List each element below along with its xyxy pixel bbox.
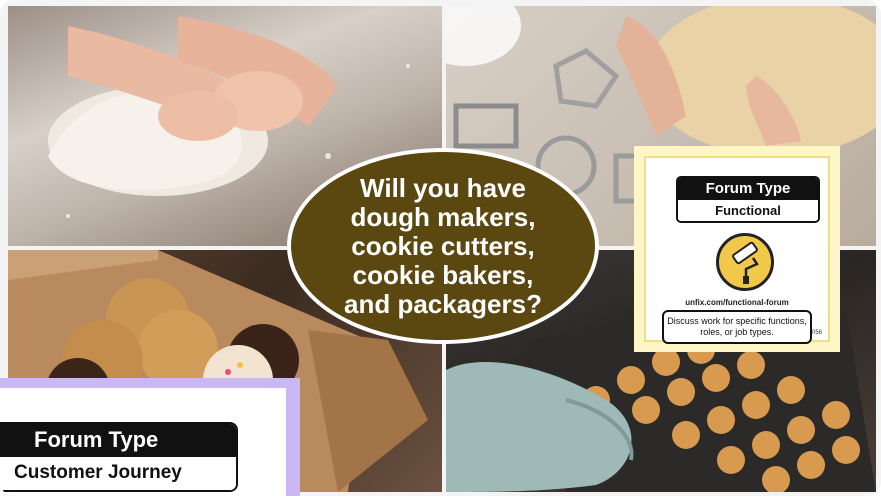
question-line-5: and packagers? <box>344 288 542 319</box>
question-oval: Will you have dough makers, cookie cutte… <box>287 148 599 344</box>
question-line-4: cookie bakers, <box>352 259 534 290</box>
customer-journey-type: Customer Journey <box>0 457 236 490</box>
question-line-3: cookie cutters, <box>351 230 535 261</box>
customer-journey-card: Forum Type Customer Journey <box>0 378 300 496</box>
functional-card-description: Discuss work for specific functions, rol… <box>662 310 812 344</box>
functional-forum-card: Forum Type Functional unfix.com/function… <box>634 146 840 352</box>
functional-card-title: Forum Type <box>678 178 818 200</box>
functional-card-type: Functional <box>678 200 818 221</box>
collage: Will you have dough makers, cookie cutte… <box>0 0 881 496</box>
customer-journey-title: Forum Type <box>0 424 236 457</box>
functional-card-url: unfix.com/functional-forum <box>685 298 789 307</box>
functional-card-number: 056 <box>811 330 822 336</box>
functional-card-header: Forum Type Functional <box>676 176 820 223</box>
customer-journey-card-inner: Forum Type Customer Journey <box>0 388 286 496</box>
functional-card-inner: Forum Type Functional unfix.com/function… <box>644 156 830 344</box>
paint-roller-icon <box>716 233 774 291</box>
question-line-2: dough makers, <box>350 201 536 232</box>
question-line-1: Will you have <box>360 172 526 203</box>
customer-journey-header: Forum Type Customer Journey <box>0 422 238 492</box>
